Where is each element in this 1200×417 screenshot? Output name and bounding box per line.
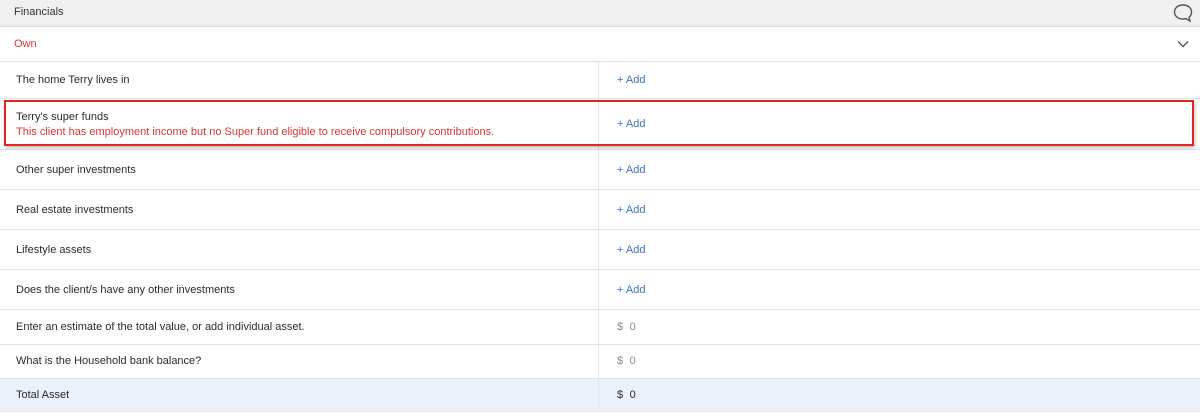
section-title: Financials [14, 6, 64, 18]
financials-panel: Financials Own The home Terry lives in +… [0, 0, 1200, 417]
asset-row-super-funds: Terry's super funds This client has empl… [0, 99, 1200, 150]
row-label: The home Terry lives in [16, 74, 130, 86]
row-label: Other super investments [16, 164, 136, 176]
super-fund-warning: This client has employment income but no… [16, 126, 495, 138]
add-other-investments-button[interactable]: + Add [617, 284, 645, 296]
asset-row-bank-balance: What is the Household bank balance? $0 [0, 345, 1200, 379]
add-lifestyle-button[interactable]: + Add [617, 244, 645, 256]
own-section-toggle[interactable]: Own [0, 27, 1200, 62]
bank-balance-input[interactable]: $0 [617, 355, 636, 367]
asset-row-lifestyle: Lifestyle assets + Add [0, 230, 1200, 270]
row-label: What is the Household bank balance? [16, 355, 202, 367]
add-super-fund-button[interactable]: + Add [617, 118, 645, 130]
asset-row-real-estate: Real estate investments + Add [0, 190, 1200, 230]
add-home-button[interactable]: + Add [617, 74, 645, 86]
total-value: 0 [629, 389, 637, 401]
estimate-value-input[interactable]: $0 [617, 321, 636, 333]
row-label: Real estate investments [16, 204, 134, 216]
row-label: Does the client/s have any other investm… [16, 284, 235, 296]
currency-symbol: $ [617, 389, 624, 401]
row-label: Enter an estimate of the total value, or… [16, 321, 305, 333]
asset-row-other-super: Other super investments + Add [0, 150, 1200, 190]
asset-row-home: The home Terry lives in + Add [0, 62, 1200, 99]
currency-symbol: $ [617, 321, 624, 333]
add-other-super-button[interactable]: + Add [617, 164, 645, 176]
chevron-down-icon[interactable] [1176, 37, 1190, 51]
total-asset-row: Total Asset $0 [0, 379, 1200, 412]
total-label: Total Asset [16, 389, 70, 401]
section-header: Financials [0, 0, 1200, 27]
estimate-value: 0 [629, 321, 637, 333]
chat-bubble-icon[interactable] [1172, 2, 1194, 24]
total-amount: $0 [617, 389, 636, 401]
currency-symbol: $ [617, 355, 624, 367]
own-label: Own [14, 38, 37, 50]
row-label: Lifestyle assets [16, 244, 92, 256]
add-real-estate-button[interactable]: + Add [617, 204, 645, 216]
asset-row-estimate: Enter an estimate of the total value, or… [0, 310, 1200, 345]
row-label: Terry's super funds [16, 111, 109, 123]
asset-row-other-investments: Does the client/s have any other investm… [0, 270, 1200, 310]
bank-balance-value: 0 [629, 355, 637, 367]
